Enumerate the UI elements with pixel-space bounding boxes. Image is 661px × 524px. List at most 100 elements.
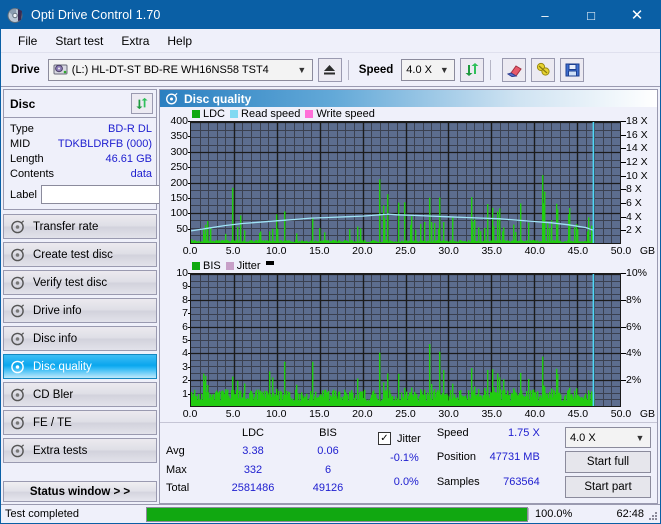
close-button[interactable]: ✕ bbox=[614, 1, 660, 29]
jitter-label: Jitter bbox=[397, 432, 421, 445]
x-axis-unit: GB bbox=[639, 245, 655, 257]
refresh-button[interactable] bbox=[460, 57, 485, 82]
x-tick: 0.0 bbox=[182, 245, 198, 257]
speed-label: Speed bbox=[358, 63, 394, 76]
y-tick: 50 bbox=[176, 222, 192, 235]
sidebar-item-drive-info[interactable]: Drive info bbox=[3, 298, 157, 323]
disc-icon bbox=[11, 303, 25, 317]
maximize-button[interactable]: □ bbox=[568, 1, 614, 29]
start-full-button[interactable]: Start full bbox=[565, 451, 651, 473]
chart-top: LDC Read speed Write speed 50 100 150 200 25… bbox=[160, 107, 657, 259]
minimize-button[interactable]: – bbox=[522, 1, 568, 29]
y2-tick: 10 X bbox=[621, 169, 648, 182]
menu-help[interactable]: Help bbox=[158, 32, 201, 50]
x-tick: 5.0 bbox=[225, 245, 241, 257]
sidebar-item-label: Drive info bbox=[33, 304, 82, 317]
speed-select[interactable]: 4.0 X ▼ bbox=[401, 58, 456, 81]
disc-refresh-button[interactable] bbox=[131, 93, 153, 114]
sidebar-item-extra-tests[interactable]: Extra tests bbox=[3, 438, 157, 463]
status-bar: Test completed 100.0% 62:48 bbox=[1, 504, 660, 523]
bookmark-button[interactable] bbox=[531, 57, 556, 82]
window-title: Opti Drive Control 1.70 bbox=[31, 8, 161, 22]
chart-top-y-axis: 50 100 150 200 250 300 350 400 bbox=[160, 115, 192, 244]
plot-canvas bbox=[191, 122, 620, 243]
measurement-block: Speed 1.75 X Position 47731 MB Samples 7… bbox=[437, 427, 540, 498]
y2-tick: 6% bbox=[620, 320, 642, 333]
y2-tick: 2% bbox=[620, 374, 642, 387]
legend-label: BIS bbox=[203, 260, 221, 272]
y-tick: 8 bbox=[182, 293, 192, 306]
legend-read-speed: Read speed bbox=[230, 108, 300, 120]
x-tick: 35.0 bbox=[481, 245, 502, 257]
test-speed-select[interactable]: 4.0 X ▼ bbox=[565, 427, 651, 448]
sidebar-item-cd-bler[interactable]: CD Bler bbox=[3, 382, 157, 407]
disc-icon bbox=[11, 359, 25, 373]
disc-icon bbox=[11, 275, 25, 289]
y-tick: 2 bbox=[182, 374, 192, 387]
chart-top-plot bbox=[190, 121, 621, 244]
test-controls: 4.0 X ▼ Start full Start part bbox=[565, 427, 651, 498]
status-window-button[interactable]: Status window > > bbox=[3, 481, 157, 502]
row-key: MID bbox=[10, 137, 31, 150]
sidebar-item-disc-info[interactable]: Disc info bbox=[3, 326, 157, 351]
chart-bottom-y-axis: 1 2 3 4 5 6 7 8 9 10 bbox=[160, 267, 192, 407]
progress-fill bbox=[147, 507, 527, 521]
menu-extra[interactable]: Extra bbox=[112, 32, 158, 50]
menu-start-test[interactable]: Start test bbox=[46, 32, 112, 50]
disc-icon bbox=[11, 247, 25, 261]
sidebar-item-create-test-disc[interactable]: Create test disc bbox=[3, 242, 157, 267]
progress-percent: 100.0% bbox=[528, 508, 600, 520]
disc-icon bbox=[11, 387, 25, 401]
stats-ldc-avg: 3.38 bbox=[242, 445, 264, 458]
resize-grip[interactable] bbox=[648, 511, 658, 521]
y-tick: 100 bbox=[170, 207, 192, 220]
start-part-button[interactable]: Start part bbox=[565, 476, 651, 498]
y2-tick: 14 X bbox=[621, 142, 648, 155]
row-value: 46.61 GB bbox=[105, 152, 152, 165]
main-body: Disc Type BD-R DL MID TDKBLDRFB (000) Le… bbox=[1, 87, 660, 504]
chevron-down-icon: ▼ bbox=[635, 432, 645, 443]
y-tick: 10 bbox=[176, 267, 192, 279]
save-icon bbox=[565, 63, 580, 76]
refresh-icon bbox=[136, 97, 148, 110]
x-tick: 20.0 bbox=[352, 245, 373, 257]
disc-panel-title: Disc bbox=[10, 96, 36, 111]
x-tick: 15.0 bbox=[309, 245, 330, 257]
sidebar-item-verify-test-disc[interactable]: Verify test disc bbox=[3, 270, 157, 295]
disc-icon bbox=[11, 443, 25, 457]
sidebar-item-fe-te[interactable]: FE / TE bbox=[3, 410, 157, 435]
disc-row-type: Type BD-R DL bbox=[10, 121, 152, 136]
y-tick: 5 bbox=[182, 334, 192, 346]
erase-button[interactable] bbox=[502, 57, 527, 82]
drive-value: (L:) HL-DT-ST BD-RE WH16NS58 TST4 bbox=[71, 63, 269, 76]
jitter-checkbox[interactable]: ✓ bbox=[378, 432, 391, 445]
test-speed-value: 4.0 X bbox=[570, 431, 596, 444]
eject-button[interactable] bbox=[317, 57, 342, 82]
disc-icon bbox=[11, 415, 25, 429]
sidebar-item-label: Transfer rate bbox=[33, 220, 99, 233]
sidebar-item-disc-quality[interactable]: Disc quality bbox=[3, 354, 157, 379]
x-tick: 40.0 bbox=[524, 245, 546, 257]
save-button[interactable] bbox=[560, 57, 585, 82]
charts-area: LDC Read speed Write speed 50 100 150 200 25… bbox=[160, 107, 657, 422]
title-bar: Opti Drive Control 1.70 – □ ✕ bbox=[1, 1, 660, 29]
jitter-block: ✓ Jitter -0.1% 0.0% bbox=[378, 427, 421, 498]
legend-label: LDC bbox=[203, 108, 226, 120]
plot-canvas bbox=[191, 274, 620, 406]
y-tick: 200 bbox=[170, 176, 192, 189]
disc-icon bbox=[11, 331, 25, 345]
stats-bis-max: 6 bbox=[324, 463, 332, 476]
content-panel: Disc quality LDC Read speed Write speed … bbox=[159, 89, 658, 504]
y-tick: 250 bbox=[170, 161, 192, 174]
sidebar-item-label: FE / TE bbox=[33, 416, 72, 429]
row-value: TDKBLDRFB (000) bbox=[57, 137, 152, 150]
legend-swatch bbox=[225, 262, 234, 270]
drive-select[interactable]: (L:) HL-DT-ST BD-RE WH16NS58 TST4 ▼ bbox=[47, 58, 313, 81]
menu-file[interactable]: File bbox=[9, 32, 46, 50]
chart-bottom-y2-axis: 2% 4% 6% 8% 10% bbox=[620, 267, 657, 407]
sidebar-item-transfer-rate[interactable]: Transfer rate bbox=[3, 214, 157, 239]
y2-tick: 8 X bbox=[621, 183, 642, 196]
position-label: Position bbox=[436, 451, 476, 464]
y-tick: 4 bbox=[182, 347, 192, 360]
stats-row-label-avg: Avg bbox=[166, 445, 185, 458]
